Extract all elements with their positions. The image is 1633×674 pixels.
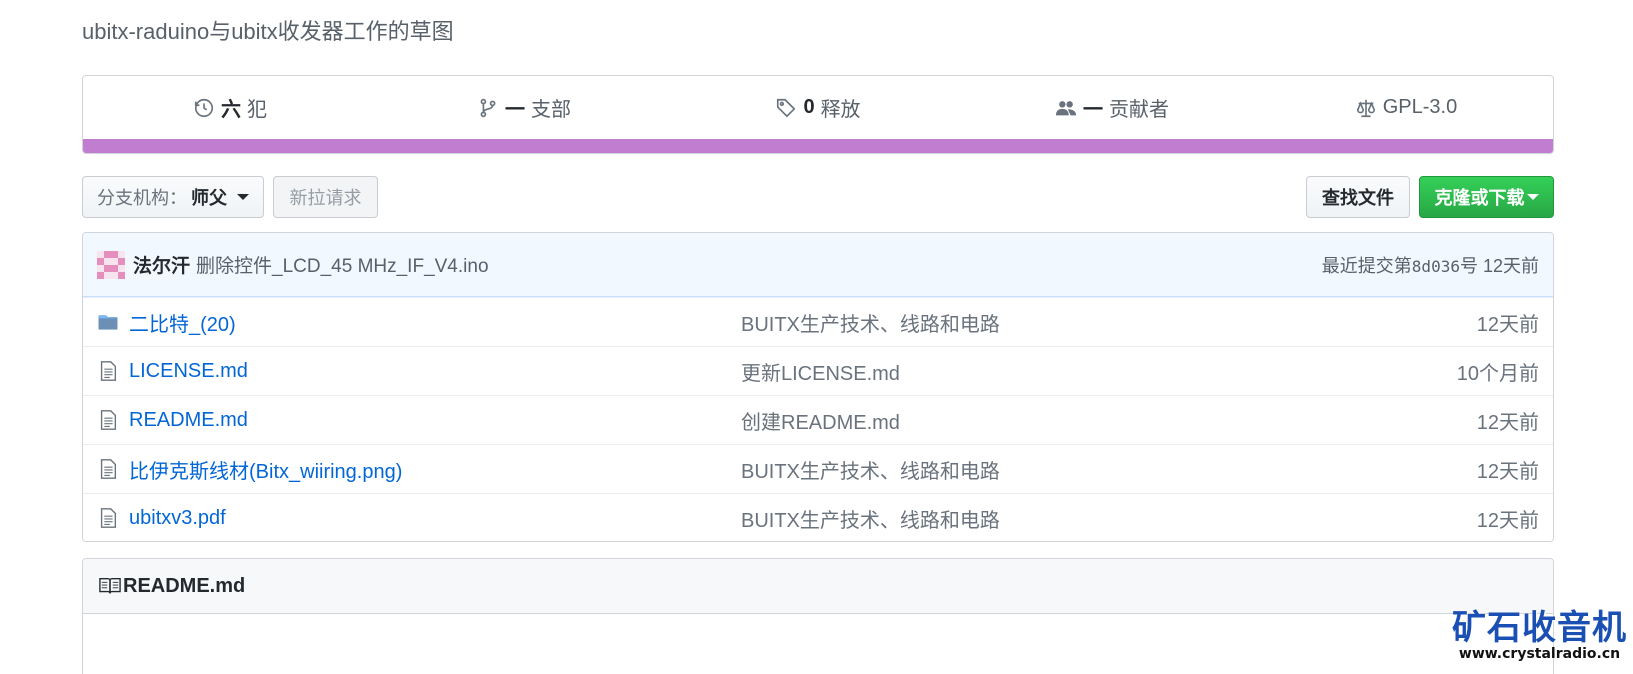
file-age: 12天前 <box>1476 509 1539 532</box>
table-row: LICENSE.md 更新LICENSE.md 10个月前 <box>83 346 1553 395</box>
watermark: 矿石收音机 www.crystalradio.cn <box>1452 610 1627 662</box>
file-toolbar: 分支机构： 师父 新拉请求 查找文件 克隆或下载 <box>82 176 1554 218</box>
table-row: 二比特_(20) BUITX生产技术、线路和电路 12天前 <box>83 297 1553 346</box>
file-text-icon <box>100 459 117 479</box>
caret-down-icon <box>237 194 249 200</box>
contributors-count: 一 <box>1083 99 1103 121</box>
file-name-link[interactable]: ubitxv3.pdf <box>129 507 741 530</box>
watermark-url: www.crystalradio.cn <box>1458 646 1621 662</box>
file-age: 10个月前 <box>1456 362 1539 385</box>
file-text-icon <box>100 410 117 430</box>
license-label: GPL-3.0 <box>1382 96 1458 118</box>
find-file-button[interactable]: 查找文件 <box>1306 176 1410 218</box>
commit-author[interactable]: 法尔汗 <box>133 251 190 278</box>
people-icon <box>1055 100 1077 115</box>
contributors-link[interactable]: 一 贡献者 <box>965 93 1259 122</box>
git-branch-icon <box>480 98 496 117</box>
repo-summary: 六 犯 一 支部 0 释放 一 贡献者 GPL-3.0 <box>82 75 1554 154</box>
releases-label: 释放 <box>820 99 861 121</box>
contributors-label: 贡献者 <box>1109 99 1169 121</box>
table-row: 比伊克斯线材(Bitx_wiiring.png) BUITX生产技术、线路和电路… <box>83 444 1553 493</box>
clone-download-button[interactable]: 克隆或下载 <box>1419 176 1554 218</box>
commit-meta: 最近提交第8d036号 12天前 <box>1322 252 1539 278</box>
branches-label: 支部 <box>531 99 571 121</box>
commit-sha[interactable]: 8d036 <box>1412 257 1460 276</box>
file-name-link[interactable]: README.md <box>129 409 741 432</box>
latest-commit-bar: 法尔汗 删除控件_LCD_45 MHz_IF_V4.ino 最近提交第8d036… <box>83 233 1553 297</box>
branch-prefix: 分支机构： <box>97 188 187 208</box>
file-age: 12天前 <box>1476 411 1539 434</box>
readme-title: README.md <box>123 574 246 597</box>
releases-link[interactable]: 0 释放 <box>671 93 965 122</box>
commit-message[interactable]: 删除控件_LCD_45 MHz_IF_V4.ino <box>196 251 489 278</box>
file-age: 12天前 <box>1476 313 1539 336</box>
law-icon <box>1356 99 1375 117</box>
file-text-icon <box>100 361 117 381</box>
commits-count: 六 <box>221 99 241 121</box>
file-name-link[interactable]: 比伊克斯线材(Bitx_wiiring.png) <box>129 455 741 484</box>
clone-label: 克隆或下载 <box>1434 188 1525 208</box>
book-icon <box>99 577 121 594</box>
releases-count: 0 <box>803 96 815 118</box>
caret-down-icon <box>1526 194 1539 200</box>
readme-header: README.md <box>83 559 1553 614</box>
table-row: README.md 创建README.md 12天前 <box>83 395 1553 444</box>
file-commit-message[interactable]: BUITX生产技术、线路和电路 <box>741 504 1000 533</box>
file-commit-message[interactable]: BUITX生产技术、线路和电路 <box>741 308 1000 337</box>
license-link[interactable]: GPL-3.0 <box>1259 96 1553 119</box>
file-age: 12天前 <box>1476 460 1539 483</box>
file-commit-message[interactable]: 更新LICENSE.md <box>741 357 900 386</box>
folder-icon <box>98 315 118 330</box>
commit-meta-prefix: 最近提交第 <box>1321 255 1412 276</box>
file-list: 法尔汗 删除控件_LCD_45 MHz_IF_V4.ino 最近提交第8d036… <box>82 232 1554 542</box>
new-pull-request-button[interactable]: 新拉请求 <box>273 176 378 218</box>
branch-select-button[interactable]: 分支机构： 师父 <box>82 176 264 218</box>
watermark-title: 矿石收音机 <box>1452 609 1627 647</box>
branches-link[interactable]: 一 支部 <box>377 93 671 122</box>
tag-icon <box>777 98 796 117</box>
commit-meta-suffix: 号 12天前 <box>1459 255 1539 276</box>
repo-description: ubitx-raduino与ubitx收发器工作的草图 <box>82 19 454 44</box>
commits-link[interactable]: 六 犯 <box>83 93 377 122</box>
language-bar[interactable] <box>83 139 1553 153</box>
file-commit-message[interactable]: BUITX生产技术、线路和电路 <box>741 455 1000 484</box>
file-name-link[interactable]: LICENSE.md <box>129 360 741 383</box>
branches-count: 一 <box>505 99 525 121</box>
table-row: ubitxv3.pdf BUITX生产技术、线路和电路 12天前 <box>83 493 1553 541</box>
file-commit-message[interactable]: 创建README.md <box>741 406 900 435</box>
readme-panel: README.md <box>82 558 1554 674</box>
branch-name: 师父 <box>191 188 227 208</box>
file-text-icon <box>100 508 117 528</box>
history-icon <box>194 98 214 117</box>
file-name-link[interactable]: 二比特_(20) <box>129 308 741 337</box>
commits-label: 犯 <box>247 99 267 121</box>
avatar[interactable] <box>97 250 125 279</box>
